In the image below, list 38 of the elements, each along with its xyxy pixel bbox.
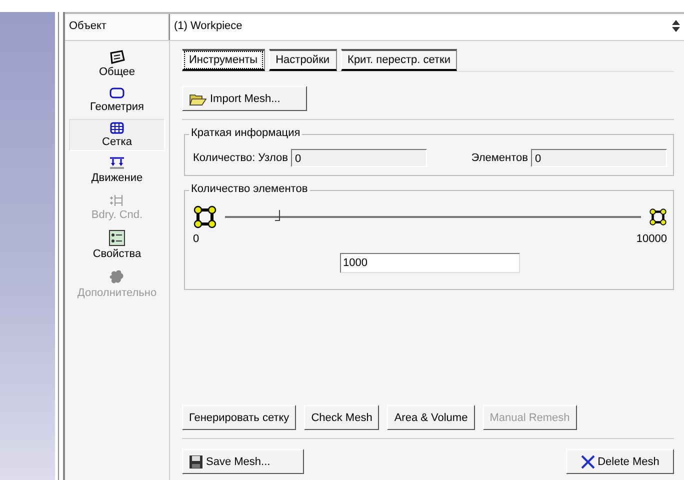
folder-icon — [189, 92, 207, 106]
slider-min-label: 0 — [193, 233, 200, 245]
mesh-square-icon — [193, 205, 217, 229]
spinner-icon — [672, 20, 680, 32]
sidebar-item[interactable]: Свойства — [69, 227, 165, 263]
tab[interactable]: Настройки — [268, 49, 337, 71]
group-title: Краткая информация — [189, 127, 302, 139]
rounded-rectangle-icon — [109, 87, 125, 99]
action-button[interactable]: Генерировать сетку — [182, 405, 296, 430]
list-icon — [109, 230, 125, 246]
elements-field: 0 — [531, 149, 667, 167]
sidebar-item[interactable]: Геометрия — [69, 84, 165, 116]
slider-max-label: 10000 — [636, 233, 667, 245]
element-count-field[interactable]: 1000 — [340, 253, 520, 273]
grid-icon — [110, 122, 124, 134]
slider-thumb[interactable] — [274, 210, 280, 221]
element-count-slider[interactable] — [225, 210, 641, 224]
sidebar-item[interactable]: Сетка — [69, 119, 165, 151]
delete-mesh-button[interactable]: Delete Mesh — [566, 449, 674, 474]
mesh-square-icon — [649, 208, 667, 226]
sidebar-item[interactable]: Общее — [69, 47, 165, 81]
group-title: Количество элементов — [189, 183, 310, 195]
save-mesh-button[interactable]: Save Mesh... — [182, 449, 304, 474]
action-button[interactable]: Check Mesh — [304, 405, 380, 430]
grid-icon — [109, 193, 125, 207]
nodes-label: Количество: Узлов — [193, 152, 288, 164]
elements-label: Элементов — [471, 152, 528, 164]
tab[interactable]: Крит. перестр. сетки — [340, 49, 458, 71]
tab[interactable]: Инструменты — [182, 49, 265, 71]
sidebar-item[interactable]: Движение — [69, 154, 165, 187]
puzzle-icon — [109, 269, 125, 285]
document-icon — [109, 50, 125, 64]
press-icon — [109, 157, 125, 170]
import-mesh-button[interactable]: Import Mesh... — [182, 86, 307, 111]
action-button[interactable]: Area & Volume — [387, 405, 475, 430]
object-dropdown[interactable]: (1) Workpiece — [169, 14, 684, 40]
nodes-field: 0 — [290, 149, 427, 167]
cross-icon — [580, 454, 595, 468]
